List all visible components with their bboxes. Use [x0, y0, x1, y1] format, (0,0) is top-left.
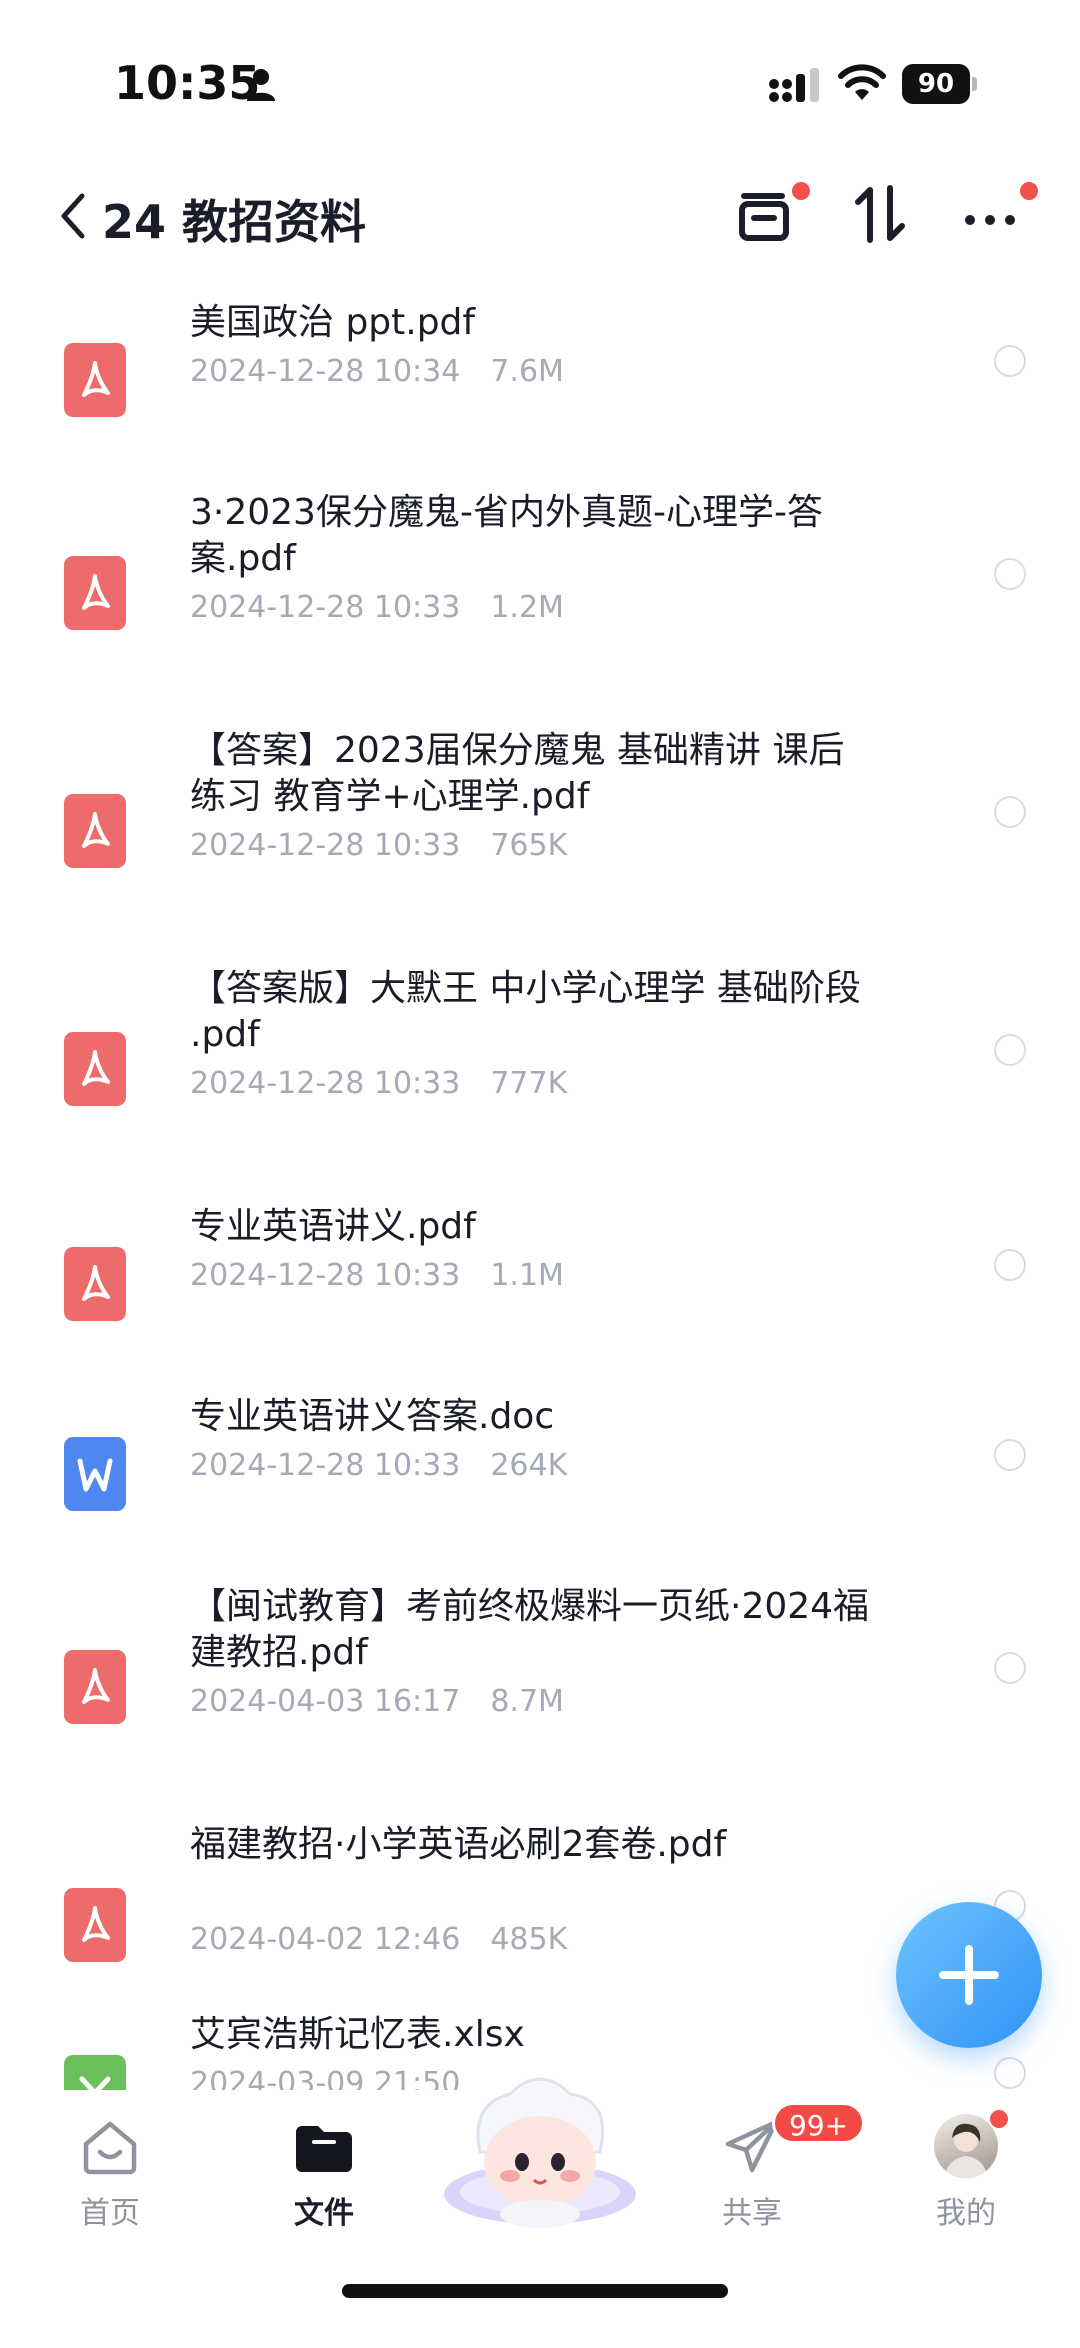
nav-mine-label: 我的 — [936, 2196, 996, 2231]
file-name: 【答案版】大默王 中小学心理学 基础阶段 .pdf — [190, 968, 861, 1055]
file-date: 2024-04-03 16:17 — [190, 1684, 461, 1719]
nav-files-label: 文件 — [294, 2196, 354, 2231]
select-radio[interactable] — [994, 2057, 1026, 2089]
file-size: 264K — [490, 1448, 568, 1483]
file-name: 福建教招·小学英语必刷2套卷.pdf — [190, 1824, 727, 1865]
pdf-file-icon — [64, 556, 126, 630]
status-bar: 10:35 90 — [0, 0, 1080, 170]
file-meta: 2024-12-28 10:34 7.6M — [190, 354, 564, 389]
file-size: 765K — [490, 828, 568, 863]
file-name: 专业英语讲义答案.doc — [190, 1396, 555, 1437]
file-size: 8.7M — [490, 1684, 564, 1719]
select-radio[interactable] — [994, 1439, 1026, 1471]
nav-share-label: 共享 — [722, 2196, 782, 2231]
file-date: 2024-04-02 12:46 — [190, 1922, 461, 1957]
file-date: 2024-12-28 10:33 — [190, 590, 461, 625]
file-row[interactable]: 【闽试教育】考前终极爆料一页纸·2024福建教招.pdf 2024-04-03 1… — [0, 1584, 1080, 1766]
pdf-file-icon — [64, 794, 126, 868]
file-date: 2024-12-28 10:33 — [190, 1258, 461, 1293]
select-radio[interactable] — [994, 1249, 1026, 1281]
avatar — [934, 2114, 998, 2178]
file-size: 7.6M — [490, 354, 564, 389]
more-options-button[interactable] — [956, 178, 1038, 250]
sort-icon — [855, 185, 905, 243]
file-row[interactable]: 【答案】2023届保分魔鬼 基础精讲 课后练习 教育学+心理学.pdf 2024-… — [0, 728, 1080, 910]
file-date: 2024-12-28 10:33 — [190, 828, 461, 863]
folder-title: 24 教招资料 — [102, 195, 367, 249]
nav-mine[interactable]: 我的 — [886, 2110, 1046, 2254]
file-meta: 2024-04-03 16:17 8.7M — [190, 1684, 564, 1719]
bottom-nav: 首页 文件 99+ 共享 我的 — [0, 2077, 1080, 2348]
file-name: 【答案】2023届保分魔鬼 基础精讲 课后练习 教育学+心理学.pdf — [190, 730, 845, 817]
select-radio[interactable] — [994, 1652, 1026, 1684]
more-icon — [965, 215, 1015, 225]
nav-files[interactable]: 文件 — [244, 2114, 404, 2254]
file-row[interactable]: 专业英语讲义答案.doc 2024-12-28 10:33 264K — [0, 1394, 1080, 1530]
file-date: 2024-12-28 10:34 — [190, 354, 461, 389]
pdf-file-icon — [64, 343, 126, 417]
file-meta: 2024-12-28 10:33 1.1M — [190, 1258, 564, 1293]
folder-header: 24 教招资料 — [0, 170, 1080, 290]
add-button[interactable] — [896, 1902, 1042, 2048]
person-icon — [247, 69, 275, 101]
battery-indicator: 90 — [902, 64, 978, 104]
file-size: 485K — [490, 1922, 568, 1957]
select-radio[interactable] — [994, 1034, 1026, 1066]
file-row[interactable]: 美国政治 ppt.pdf 2024-12-28 10:34 7.6M — [0, 300, 1080, 436]
nav-home-label: 首页 — [80, 2196, 140, 2231]
share-count-badge: 99+ — [772, 2102, 866, 2144]
select-radio[interactable] — [994, 345, 1026, 377]
file-name: 【闽试教育】考前终极爆料一页纸·2024福建教招.pdf — [190, 1586, 870, 1673]
home-indicator — [342, 2284, 728, 2298]
file-name: 艾宾浩斯记忆表.xlsx — [190, 2014, 525, 2055]
battery-level: 90 — [902, 64, 970, 104]
status-time: 10:35 — [114, 56, 261, 110]
doc-file-icon — [64, 1437, 126, 1511]
pdf-file-icon — [64, 1888, 126, 1962]
file-meta: 2024-12-28 10:33 765K — [190, 828, 567, 863]
file-meta: 2024-12-28 10:33 1.2M — [190, 590, 564, 625]
file-name: 3·2023保分魔鬼-省内外真题-心理学-答案.pdf — [190, 492, 823, 579]
avatar-portrait-icon — [944, 2123, 988, 2178]
file-name: 美国政治 ppt.pdf — [190, 302, 476, 343]
file-row[interactable]: 3·2023保分魔鬼-省内外真题-心理学-答案.pdf 2024-12-28 10… — [0, 490, 1080, 672]
assistant-mascot-icon[interactable] — [440, 2064, 640, 2234]
nav-share[interactable]: 99+ 共享 — [672, 2102, 866, 2254]
file-date: 2024-03-09 21:50 — [190, 2066, 461, 2090]
file-row[interactable]: 【答案版】大默王 中小学心理学 基础阶段 .pdf 2024-12-28 10:3… — [0, 966, 1080, 1148]
file-list: 美国政治 ppt.pdf 2024-12-28 10:34 7.6M 3·2023保分… — [0, 290, 1080, 2090]
wifi-icon — [838, 64, 886, 100]
tray-notification-dot — [792, 182, 810, 200]
xlsx-file-icon — [64, 2055, 126, 2090]
mine-notification-dot — [990, 2110, 1008, 2128]
more-notification-dot — [1020, 182, 1038, 200]
file-name: 专业英语讲义.pdf — [190, 1206, 476, 1247]
pdf-file-icon — [64, 1650, 126, 1724]
folder-icon — [296, 2126, 352, 2172]
transfer-tray-button[interactable] — [730, 178, 810, 250]
pdf-file-icon — [64, 1032, 126, 1106]
file-size: 777K — [490, 1066, 568, 1101]
file-date: 2024-12-28 10:33 — [190, 1066, 461, 1101]
select-radio[interactable] — [994, 558, 1026, 590]
file-size: 1.1M — [490, 1258, 564, 1293]
file-meta: 2024-12-28 10:33 264K — [190, 1448, 567, 1483]
signal-icon — [769, 68, 819, 102]
file-date: 2024-12-28 10:33 — [190, 1448, 461, 1483]
file-meta: 2024-12-28 10:33 777K — [190, 1066, 567, 1101]
back-icon[interactable] — [58, 190, 90, 242]
file-meta: 2024-04-02 12:46 485K — [190, 1922, 567, 1957]
sort-button[interactable] — [844, 178, 916, 250]
nav-home[interactable]: 首页 — [30, 2114, 190, 2254]
select-radio[interactable] — [994, 796, 1026, 828]
battery-tip — [972, 77, 977, 91]
plus-icon — [939, 1945, 999, 2005]
home-icon — [83, 2121, 137, 2175]
pdf-file-icon — [64, 1247, 126, 1321]
file-size: 1.2M — [490, 590, 564, 625]
file-row[interactable]: 专业英语讲义.pdf 2024-12-28 10:33 1.1M — [0, 1204, 1080, 1340]
